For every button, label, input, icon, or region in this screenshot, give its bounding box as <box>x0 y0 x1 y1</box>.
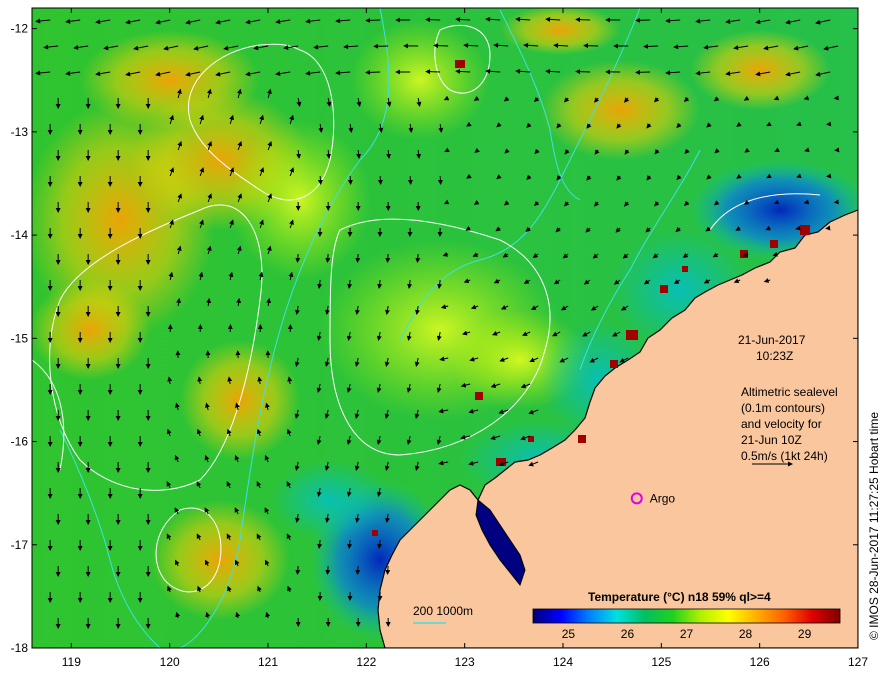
x-tick-label: 122 <box>356 655 376 669</box>
y-tick-label: -14 <box>11 228 29 242</box>
velocity-arrow <box>826 173 832 179</box>
x-tick-label: 127 <box>848 655 868 669</box>
velocity-arrow <box>325 565 331 575</box>
y-tick-label: -16 <box>11 435 29 449</box>
velocity-arrow <box>317 175 323 185</box>
velocity-arrow <box>365 17 381 23</box>
velocity-arrow <box>437 175 443 185</box>
velocity-arrow <box>643 43 659 49</box>
map-time: 10:23Z <box>756 349 793 363</box>
colorbar-tick-label: 29 <box>798 627 812 641</box>
velocity-arrow <box>575 69 591 75</box>
velocity-arrow <box>385 253 391 263</box>
x-tick-label: 119 <box>62 655 81 669</box>
velocity-arrow <box>575 17 591 23</box>
x-tick-label: 124 <box>553 655 573 669</box>
sst-map-figure: 21-Jun-2017 10:23Z Altimetric sealevel (… <box>0 0 880 680</box>
velocity-arrow <box>407 175 413 185</box>
map-plot-area: 21-Jun-2017 10:23Z Altimetric sealevel (… <box>32 8 858 648</box>
y-tick-label: -18 <box>11 641 29 655</box>
velocity-arrow <box>355 565 361 575</box>
velocity-arrow <box>295 565 301 575</box>
velocity-arrow <box>385 565 391 575</box>
x-tick-label: 126 <box>750 655 770 669</box>
y-tick-label: -13 <box>11 125 29 139</box>
velocity-arrow <box>325 253 331 263</box>
desc-line-1: Altimetric sealevel <box>741 385 838 399</box>
colorbar-tick-label: 26 <box>621 627 635 641</box>
desc-line-2: (0.1m contours) <box>741 401 825 415</box>
velocity-arrow <box>347 175 353 185</box>
desc-line-3: and velocity for <box>741 417 822 431</box>
velocity-arrow <box>355 253 361 263</box>
x-tick-label: 125 <box>651 655 671 669</box>
colorbar-tick-label: 25 <box>562 627 576 641</box>
y-tick-label: -15 <box>11 331 29 345</box>
velocity-arrow <box>295 253 301 263</box>
velocity-arrow <box>415 253 421 263</box>
velocity-arrow <box>433 43 449 49</box>
desc-line-4: 21-Jun 10Z <box>741 433 802 447</box>
colorbar-tick-label: 28 <box>739 627 753 641</box>
x-tick-label: 121 <box>258 655 278 669</box>
desc-line-5: 0.5m/s (1kt 24h) <box>741 449 828 463</box>
map-canvas: 21-Jun-2017 10:23Z Altimetric sealevel (… <box>11 7 880 669</box>
argo-label: Argo <box>650 491 676 505</box>
colorbar-gradient <box>532 608 841 624</box>
y-tick-label: -17 <box>11 538 29 552</box>
colorbar <box>532 608 841 624</box>
velocity-arrow <box>826 121 832 127</box>
velocity-arrow <box>825 225 831 231</box>
velocity-arrow <box>377 175 383 185</box>
velocity-arrow <box>365 69 381 75</box>
colorbar-tick-label: 27 <box>680 627 694 641</box>
credit-text: © IMOS 28-Jun-2017 11:27:25 Hobart time <box>867 412 880 640</box>
x-tick-label: 120 <box>160 655 180 669</box>
map-date: 21-Jun-2017 <box>738 333 806 347</box>
bathy-legend-label: 200 1000m <box>413 604 473 618</box>
y-tick-label: -12 <box>11 22 29 36</box>
x-tick-label: 123 <box>455 655 475 669</box>
colorbar-title: Temperature (°C) n18 59% ql>=4 <box>588 590 771 604</box>
